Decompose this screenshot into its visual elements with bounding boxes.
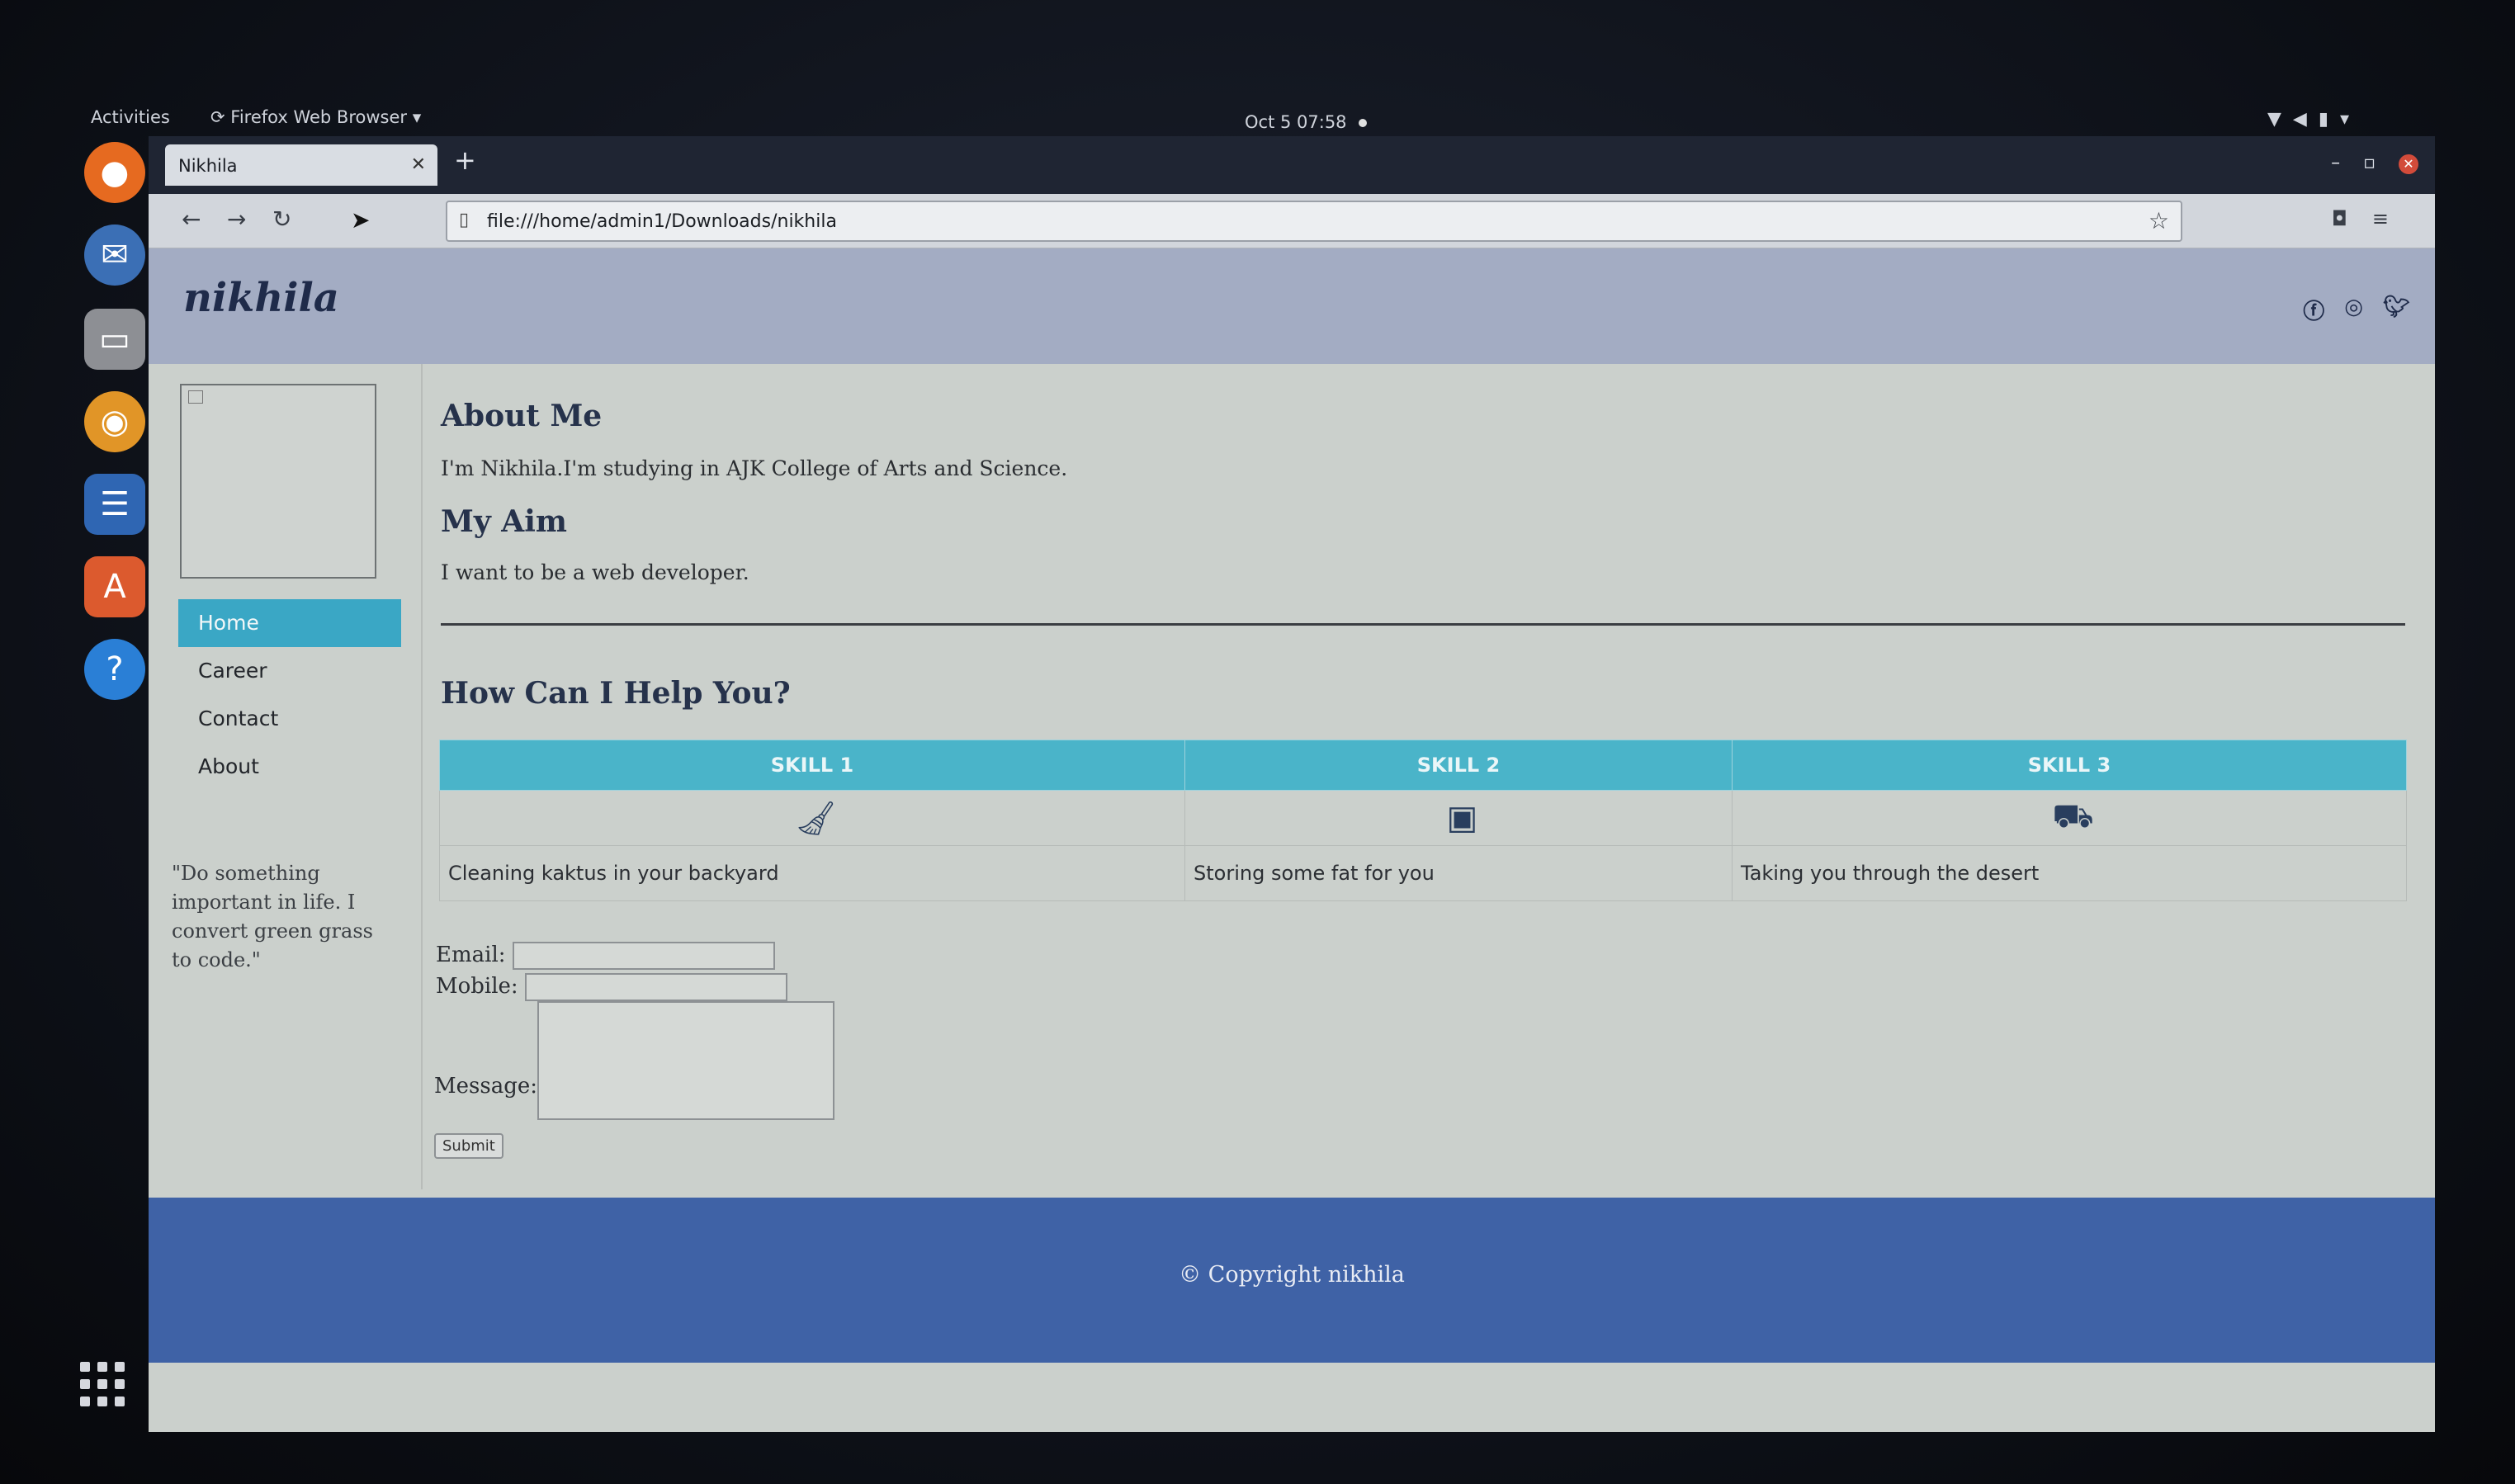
wifi-icon: ▼ (2267, 109, 2293, 130)
sidebar-item-contact[interactable]: Contact (178, 695, 401, 743)
app-menu[interactable]: ⟳ Firefox Web Browser ▾ (210, 107, 421, 127)
submit-button[interactable]: Submit (434, 1133, 503, 1159)
message-label: Message: (434, 1074, 537, 1099)
mobile-field[interactable] (524, 973, 787, 1001)
app-menu-label: Firefox Web Browser (230, 107, 408, 127)
skill-2-header: SKILL 2 (1184, 740, 1733, 791)
sidebar-menu: Home Career Contact About (178, 599, 401, 791)
writer-icon[interactable]: ☰ (84, 474, 145, 535)
help-icon[interactable]: ? (84, 639, 145, 700)
window-controls: –▫ ✕ (2331, 153, 2418, 174)
desktop: Activities ⟳ Firefox Web Browser ▾ Oct 5… (0, 0, 2515, 1484)
email-field[interactable] (512, 942, 775, 970)
sidebar-quote: "Do something important in life. I conve… (172, 862, 373, 971)
url-bar[interactable]: ▯ file:///home/admin1/Downloads/nikhila … (446, 201, 2182, 242)
reload-icon[interactable]: ↻ (272, 206, 291, 233)
clock-label: Oct 5 07:58 (1245, 112, 1347, 132)
bookmark-star-icon[interactable]: ☆ (2149, 207, 2169, 234)
thunderbird-icon[interactable]: ✉ (84, 224, 145, 286)
dock: ● ✉ ▭ ◉ ☰ A ? (74, 132, 157, 1420)
tab-close-icon[interactable]: ✕ (411, 154, 426, 175)
battery-icon: ▮ (2318, 109, 2340, 130)
help-heading: How Can I Help You? (441, 676, 791, 711)
skill-3-header: SKILL 3 (1732, 740, 2407, 791)
email-label: Email: (436, 943, 506, 967)
notification-dot-icon (1358, 119, 1367, 127)
message-field[interactable] (537, 1001, 834, 1120)
tab-title: Nikhila (178, 156, 238, 176)
skills-icon-row: 🧹︎ ▣ ⛟ (439, 790, 2407, 846)
system-tray[interactable]: ▼◀▮▾ (2267, 109, 2361, 130)
sidebar-item-career[interactable]: Career (178, 647, 401, 695)
sidebar-item-home[interactable]: Home (178, 599, 401, 647)
volume-icon: ◀ (2292, 109, 2319, 130)
software-center-icon[interactable]: A (84, 556, 145, 617)
back-icon[interactable]: ← (182, 206, 201, 233)
about-heading: About Me (441, 399, 603, 433)
trailer-icon: ⛟ (1732, 790, 2407, 846)
minimize-icon[interactable]: – (2331, 153, 2363, 173)
skill-3-desc: Taking you through the desert (1732, 845, 2407, 901)
mobile-label: Mobile: (436, 974, 518, 999)
skills-desc-row: Cleaning kaktus in your backyard Storing… (439, 845, 2407, 901)
gnome-top-bar: Activities ⟳ Firefox Web Browser ▾ Oct 5… (74, 97, 2435, 139)
clock[interactable]: Oct 5 07:58 (1245, 112, 1367, 132)
archive-icon: ▣ (1184, 790, 1733, 846)
new-tab-button[interactable]: + (454, 144, 476, 176)
skills-table: SKILL 1 SKILL 2 SKILL 3 🧹︎ ▣ ⛟ Cleaning … (439, 740, 2407, 901)
divider (441, 623, 2405, 626)
url-text[interactable]: file:///home/admin1/Downloads/nikhila (487, 211, 837, 232)
tab-bar: Nikhila ✕ + –▫ ✕ (149, 136, 2435, 194)
tab-nikhila[interactable]: Nikhila ✕ (165, 144, 437, 186)
rhythmbox-icon[interactable]: ◉ (84, 391, 145, 452)
site-footer: © Copyright nikhila (149, 1198, 2435, 1363)
sidebar-item-about[interactable]: About (178, 743, 401, 791)
page-icon: ▯ (459, 210, 470, 230)
toolbar-right: ◘≡ (2332, 207, 2413, 230)
forward-icon[interactable]: → (227, 206, 246, 233)
skill-2-desc: Storing some fat for you (1184, 845, 1733, 901)
tray-chevron-icon: ▾ (2339, 109, 2361, 130)
show-apps-icon[interactable] (80, 1362, 125, 1406)
skill-1-desc: Cleaning kaktus in your backyard (439, 845, 1185, 901)
nav-toolbar: ← → ↻ ▯ file:///home/admin1/Downloads/ni… (149, 194, 2435, 248)
sidebar: Home Career Contact About "Do something … (149, 364, 421, 1189)
main-content: About Me I'm Nikhila.I'm studying in AJK… (421, 364, 2437, 1189)
close-window-icon[interactable]: ✕ (2399, 154, 2418, 174)
social-links: ⓕ ◎ 🐦︎ (2303, 295, 2410, 325)
files-icon[interactable]: ▭ (84, 309, 145, 370)
firefox-icon[interactable]: ● (84, 142, 145, 203)
firefox-window: Nikhila ✕ + –▫ ✕ ← → ↻ ▯ file:///home/adm… (149, 136, 2435, 1432)
facebook-icon[interactable]: ⓕ (2303, 295, 2324, 325)
broom-icon: 🧹︎ (439, 790, 1185, 846)
site-logo[interactable]: nikhila (183, 275, 339, 321)
broken-image-icon (188, 390, 203, 404)
aim-text: I want to be a web developer. (441, 560, 749, 584)
web-page: nikhila ⓕ ◎ 🐦︎ Home Career Contact About… (149, 248, 2435, 1432)
about-text: I'm Nikhila.I'm studying in AJK College … (441, 456, 1068, 480)
menu-icon[interactable]: ≡ (2372, 207, 2413, 230)
firefox-app-icon: ⟳ (210, 107, 231, 127)
skills-header-row: SKILL 1 SKILL 2 SKILL 3 (439, 740, 2407, 791)
twitter-icon[interactable]: 🐦︎ (2383, 295, 2410, 325)
activities-button[interactable]: Activities (91, 107, 170, 127)
instagram-icon[interactable]: ◎ (2344, 295, 2363, 325)
aim-heading: My Aim (441, 504, 567, 539)
site-header: nikhila ⓕ ◎ 🐦︎ (149, 248, 2435, 364)
profile-image (180, 384, 376, 579)
copyright-text: © Copyright nikhila (1179, 1262, 1405, 1288)
maximize-icon[interactable]: ▫ (2363, 153, 2399, 173)
mouse-cursor-icon: ➤ (351, 206, 371, 234)
pocket-icon[interactable]: ◘ (2332, 207, 2372, 230)
skill-1-header: SKILL 1 (439, 740, 1185, 791)
